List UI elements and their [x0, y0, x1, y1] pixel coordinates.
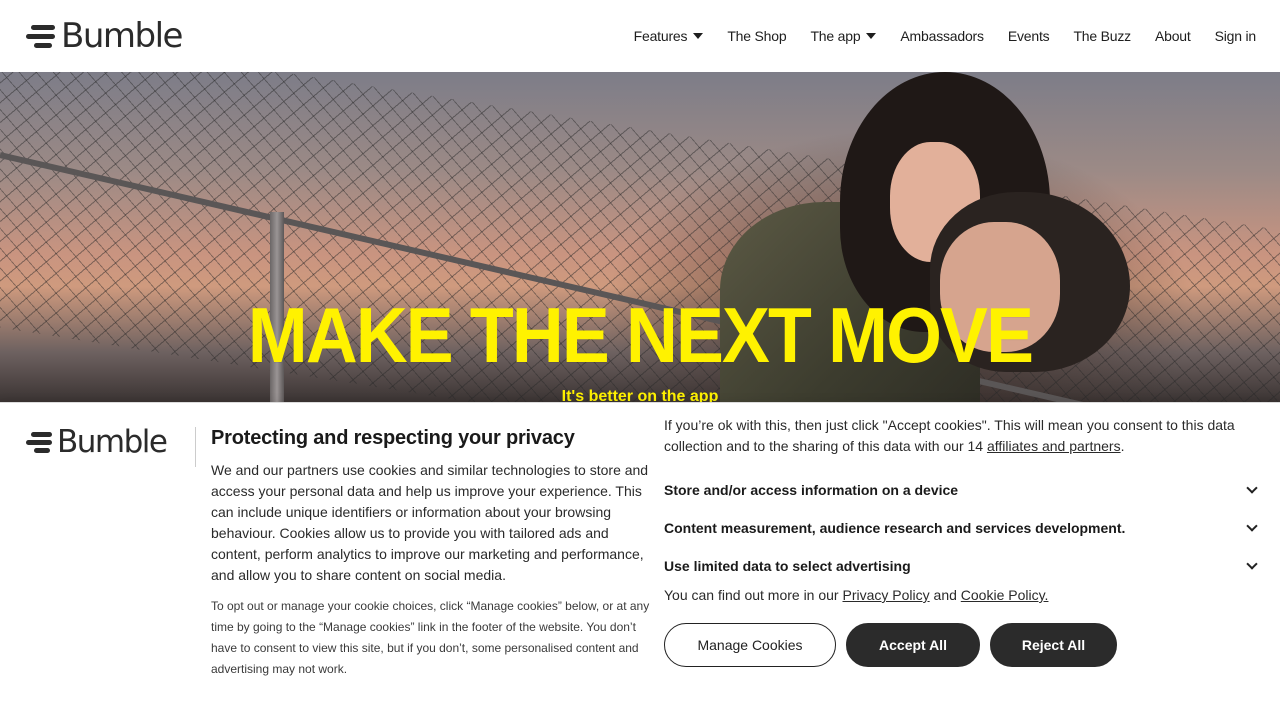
caret-down-icon: [866, 33, 877, 39]
accordion-content-measurement-label: Content measurement, audience research a…: [664, 520, 1126, 536]
nav-events-label: Events: [1007, 28, 1050, 44]
consent-text-post: .: [1120, 438, 1125, 454]
bumble-logo[interactable]: Bumble: [26, 16, 183, 56]
nav-features-label: Features: [633, 28, 688, 44]
banner-right-column: If you’re ok with this, then just click …: [664, 415, 1264, 667]
caret-down-icon: [693, 33, 704, 39]
accordion-store-access[interactable]: Store and/or access information on a dev…: [664, 471, 1264, 509]
nav-ambassadors-label: Ambassadors: [900, 28, 984, 44]
banner-left-column: Protecting and respecting your privacy W…: [211, 427, 651, 680]
banner-body-text: We and our partners use cookies and simi…: [211, 462, 649, 583]
hero-subtitle: It's better on the app: [561, 388, 719, 402]
links-text-pre: You can find out more in our: [664, 587, 843, 603]
nav-sign-in-label: Sign in: [1214, 28, 1257, 44]
nav-the-buzz-label: The Buzz: [1073, 28, 1131, 44]
consent-text-pre: If you’re ok with this, then just click …: [664, 417, 1235, 454]
policy-links-line: You can find out more in our Privacy Pol…: [664, 587, 1264, 603]
cookie-banner: Bumble Protecting and respecting your pr…: [0, 402, 1280, 720]
consent-accordion: Store and/or access information on a dev…: [664, 471, 1264, 585]
main-nav: Features The Shop The app Ambassadors Ev…: [634, 28, 1257, 44]
consent-text: If you’re ok with this, then just click …: [664, 415, 1264, 457]
banner-logo-wordmark: Bumble: [57, 424, 168, 460]
nav-about[interactable]: About: [1155, 28, 1191, 44]
accordion-store-access-label: Store and/or access information on a dev…: [664, 482, 959, 498]
chevron-down-icon: [1246, 558, 1258, 570]
banner-title: Protecting and respecting your privacy: [211, 427, 575, 449]
bumble-logo-mark-icon: [26, 432, 52, 453]
accordion-limited-data[interactable]: Use limited data to select advertising: [664, 547, 1264, 585]
banner-divider: [195, 427, 196, 467]
nav-the-buzz[interactable]: The Buzz: [1073, 28, 1131, 44]
nav-sign-in[interactable]: Sign in: [1214, 28, 1257, 44]
nav-features[interactable]: Features: [634, 28, 704, 44]
banner-small-print: To opt out or manage your cookie choices…: [211, 599, 650, 676]
chevron-down-icon: [1246, 520, 1258, 532]
hero-section: MAKE THE NEXT MOVE It's better on the ap…: [0, 72, 1280, 402]
nav-ambassadors[interactable]: Ambassadors: [900, 28, 984, 44]
accept-all-button[interactable]: Accept All: [846, 623, 980, 667]
chevron-down-icon: [1246, 482, 1258, 494]
cookie-policy-link[interactable]: Cookie Policy.: [961, 587, 1049, 603]
affiliates-link[interactable]: affiliates and partners: [987, 438, 1121, 454]
nav-the-shop-label: The Shop: [727, 28, 787, 44]
logo-wordmark: Bumble: [61, 16, 183, 56]
nav-the-app-label: The app: [810, 28, 861, 44]
accordion-content-measurement[interactable]: Content measurement, audience research a…: [664, 509, 1264, 547]
site-header: Bumble Features The Shop The app Ambassa…: [0, 0, 1280, 72]
reject-all-button[interactable]: Reject All: [990, 623, 1117, 667]
privacy-policy-link[interactable]: Privacy Policy: [843, 587, 930, 603]
links-text-mid: and: [929, 587, 961, 603]
nav-the-shop[interactable]: The Shop: [727, 28, 786, 44]
bumble-logo-mark-icon: [26, 24, 55, 48]
nav-about-label: About: [1154, 28, 1191, 44]
nav-events[interactable]: Events: [1008, 28, 1050, 44]
banner-buttons: Manage Cookies Accept All Reject All: [664, 623, 1264, 667]
nav-the-app[interactable]: The app: [810, 28, 877, 44]
accordion-limited-data-label: Use limited data to select advertising: [664, 558, 911, 574]
manage-cookies-button[interactable]: Manage Cookies: [664, 623, 836, 667]
hero-title: MAKE THE NEXT MOVE: [247, 291, 1034, 379]
banner-bumble-logo: Bumble: [26, 424, 168, 460]
